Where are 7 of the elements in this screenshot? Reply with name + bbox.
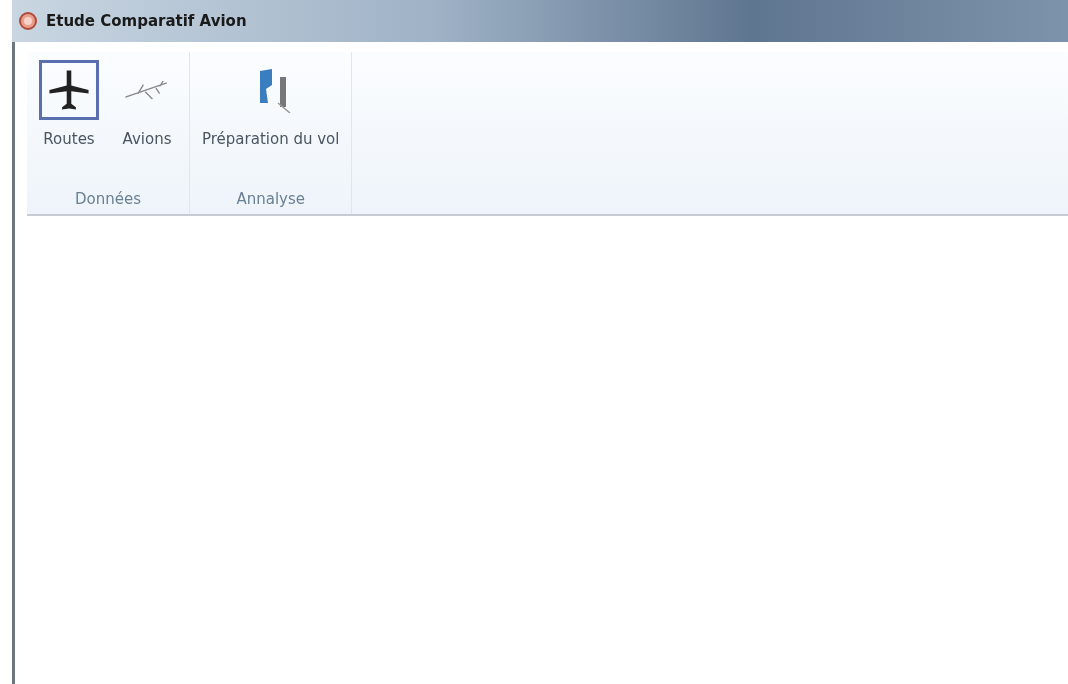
ribbon-button[interactable]: Avions xyxy=(113,58,181,190)
report-button[interactable]: Préparation du vol xyxy=(198,58,344,190)
window-title: Etude Comparatif Avion xyxy=(46,12,247,30)
ribbon-button[interactable]: Routes xyxy=(35,58,103,190)
app-icon xyxy=(18,11,38,31)
group-label: Annalyse xyxy=(235,190,306,208)
group-label: Données xyxy=(74,190,142,208)
